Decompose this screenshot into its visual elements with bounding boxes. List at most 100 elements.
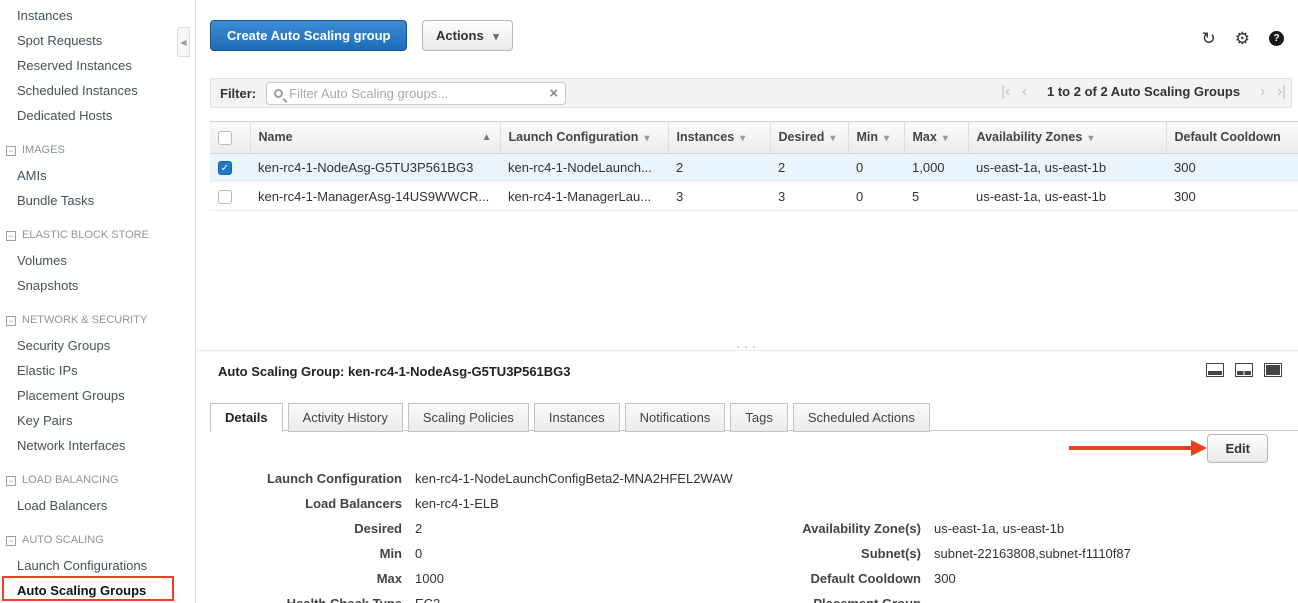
tab-details[interactable]: Details bbox=[210, 403, 283, 432]
field-default-cooldown: Default Cooldown 300 bbox=[733, 566, 1131, 591]
detail-fields-left: Launch Configuration ken-rc4-1-NodeLaunc… bbox=[210, 466, 733, 603]
help-icon[interactable]: ? bbox=[1269, 31, 1284, 46]
column-header-default-cooldown[interactable]: Default Cooldown bbox=[1166, 122, 1298, 154]
field-health-check-type: Health Check Type EC2 bbox=[210, 591, 733, 603]
sidebar-section-elastic-block-store[interactable]: − ELASTIC BLOCK STORE bbox=[0, 223, 195, 248]
select-all-checkbox[interactable] bbox=[218, 131, 232, 145]
edit-button[interactable]: Edit bbox=[1207, 434, 1268, 463]
field-value: subnet-22163808,subnet-f1110f87 bbox=[934, 546, 1131, 561]
sort-icon: ▾ bbox=[740, 133, 745, 144]
sidebar-section-label: NETWORK & SECURITY bbox=[22, 308, 147, 333]
cell-launch-configuration: ken-rc4-1-ManagerLau... bbox=[500, 182, 668, 211]
chevron-down-icon: ▾ bbox=[493, 31, 499, 43]
sidebar-item-security-groups[interactable]: Security Groups bbox=[0, 333, 195, 358]
sort-icon: ▾ bbox=[830, 133, 835, 144]
cell-min: 0 bbox=[848, 182, 904, 211]
create-auto-scaling-group-button[interactable]: Create Auto Scaling group bbox=[210, 20, 407, 51]
sidebar-item-placement-groups[interactable]: Placement Groups bbox=[0, 383, 195, 408]
sidebar-section-label: IMAGES bbox=[22, 138, 65, 163]
tab-tags[interactable]: Tags bbox=[730, 403, 787, 432]
cell-availability-zones: us-east-1a, us-east-1b bbox=[968, 153, 1166, 182]
cell-default-cooldown: 300 bbox=[1166, 182, 1298, 211]
row-checkbox[interactable] bbox=[218, 190, 232, 204]
sort-icon: ▾ bbox=[884, 133, 889, 144]
row-checkbox[interactable]: ✓ bbox=[218, 161, 232, 175]
column-header-instances[interactable]: Instances▾ bbox=[668, 122, 770, 154]
field-value: 1000 bbox=[415, 571, 444, 586]
sidebar-item-launch-configurations[interactable]: Launch Configurations bbox=[0, 553, 195, 578]
collapse-section-icon: − bbox=[6, 316, 16, 326]
annotation-arrow bbox=[1069, 440, 1211, 457]
first-page-icon[interactable]: |‹ bbox=[1001, 84, 1010, 99]
sidebar-item-dedicated-hosts[interactable]: Dedicated Hosts bbox=[0, 103, 195, 128]
prev-page-icon[interactable]: ‹ bbox=[1022, 84, 1027, 99]
cell-instances: 3 bbox=[668, 182, 770, 211]
column-header-desired[interactable]: Desired▾ bbox=[770, 122, 848, 154]
sidebar-item-bundle-tasks[interactable]: Bundle Tasks bbox=[0, 188, 195, 213]
column-label: Name bbox=[259, 130, 293, 144]
sidebar-item-network-interfaces[interactable]: Network Interfaces bbox=[0, 433, 195, 458]
sidebar-item-key-pairs[interactable]: Key Pairs bbox=[0, 408, 195, 433]
gear-icon[interactable]: ⚙ bbox=[1235, 30, 1250, 47]
sidebar-section-network-security[interactable]: − NETWORK & SECURITY bbox=[0, 308, 195, 333]
tab-scheduled-actions[interactable]: Scheduled Actions bbox=[793, 403, 930, 432]
header-icon-group: ↻ ⚙ ? bbox=[1202, 30, 1285, 47]
pane-layout-full-icon[interactable] bbox=[1264, 363, 1282, 377]
pane-layout-bottom-icon[interactable] bbox=[1206, 363, 1224, 377]
field-label: Default Cooldown bbox=[733, 571, 921, 586]
field-value: 0 bbox=[415, 546, 422, 561]
sidebar-section-label: ELASTIC BLOCK STORE bbox=[22, 223, 149, 248]
table-row[interactable]: ken-rc4-1-ManagerAsg-14US9WWCR... ken-rc… bbox=[210, 182, 1298, 211]
cell-instances: 2 bbox=[668, 153, 770, 182]
filter-input[interactable] bbox=[289, 86, 543, 101]
field-label: Placement Group bbox=[733, 596, 921, 603]
sort-icon: ▾ bbox=[644, 133, 649, 144]
column-header-max[interactable]: Max▾ bbox=[904, 122, 968, 154]
clear-filter-icon[interactable]: × bbox=[549, 86, 558, 101]
field-value: 300 bbox=[934, 571, 956, 586]
filter-search-box[interactable]: × bbox=[266, 82, 566, 105]
sidebar-section-images[interactable]: − IMAGES bbox=[0, 138, 195, 163]
select-all-header[interactable] bbox=[210, 122, 250, 154]
column-header-availability-zones[interactable]: Availability Zones▾ bbox=[968, 122, 1166, 154]
sidebar-collapse-toggle[interactable]: ◀ bbox=[177, 27, 190, 57]
sidebar-item-load-balancers[interactable]: Load Balancers bbox=[0, 493, 195, 518]
cell-min: 0 bbox=[848, 153, 904, 182]
collapse-section-icon: − bbox=[6, 536, 16, 546]
table-header-row: Name▲ Launch Configuration▾ Instances▾ D… bbox=[210, 122, 1298, 154]
sidebar-item-auto-scaling-groups[interactable]: Auto Scaling Groups bbox=[0, 578, 195, 603]
field-value: ken-rc4-1-ELB bbox=[415, 496, 499, 511]
collapse-icon: ◀ bbox=[180, 38, 186, 47]
tab-notifications[interactable]: Notifications bbox=[625, 403, 726, 432]
field-availability-zones: Availability Zone(s) us-east-1a, us-east… bbox=[733, 516, 1131, 541]
cell-launch-configuration: ken-rc4-1-NodeLaunch... bbox=[500, 153, 668, 182]
sidebar-item-scheduled-instances[interactable]: Scheduled Instances bbox=[0, 78, 195, 103]
collapse-section-icon: − bbox=[6, 476, 16, 486]
field-label: Availability Zone(s) bbox=[733, 521, 921, 536]
splitter-drag-handle-icon[interactable]: ··· bbox=[736, 338, 759, 354]
column-header-min[interactable]: Min▾ bbox=[848, 122, 904, 154]
cell-desired: 2 bbox=[770, 153, 848, 182]
sidebar-section-load-balancing[interactable]: − LOAD BALANCING bbox=[0, 468, 195, 493]
sidebar-section-label: AUTO SCALING bbox=[22, 528, 104, 553]
tab-scaling-policies[interactable]: Scaling Policies bbox=[408, 403, 529, 432]
sidebar-section-auto-scaling[interactable]: − AUTO SCALING bbox=[0, 528, 195, 553]
next-page-icon[interactable]: › bbox=[1260, 84, 1265, 99]
actions-button[interactable]: Actions ▾ bbox=[422, 20, 513, 51]
column-header-launch-configuration[interactable]: Launch Configuration▾ bbox=[500, 122, 668, 154]
last-page-icon[interactable]: ›| bbox=[1277, 84, 1286, 99]
sidebar-item-amis[interactable]: AMIs bbox=[0, 163, 195, 188]
sidebar-item-volumes[interactable]: Volumes bbox=[0, 248, 195, 273]
cell-default-cooldown: 300 bbox=[1166, 153, 1298, 182]
pane-layout-split-icon[interactable] bbox=[1235, 363, 1253, 377]
refresh-icon[interactable]: ↻ bbox=[1202, 30, 1216, 47]
sidebar-item-spot-requests[interactable]: Spot Requests bbox=[0, 28, 195, 53]
sidebar-item-elastic-ips[interactable]: Elastic IPs bbox=[0, 358, 195, 383]
sidebar-item-snapshots[interactable]: Snapshots bbox=[0, 273, 195, 298]
sidebar-item-instances[interactable]: Instances bbox=[0, 3, 195, 28]
tab-activity-history[interactable]: Activity History bbox=[288, 403, 403, 432]
sidebar-item-reserved-instances[interactable]: Reserved Instances bbox=[0, 53, 195, 78]
tab-instances[interactable]: Instances bbox=[534, 403, 620, 432]
column-header-name[interactable]: Name▲ bbox=[250, 122, 500, 154]
table-row[interactable]: ✓ ken-rc4-1-NodeAsg-G5TU3P561BG3 ken-rc4… bbox=[210, 153, 1298, 182]
